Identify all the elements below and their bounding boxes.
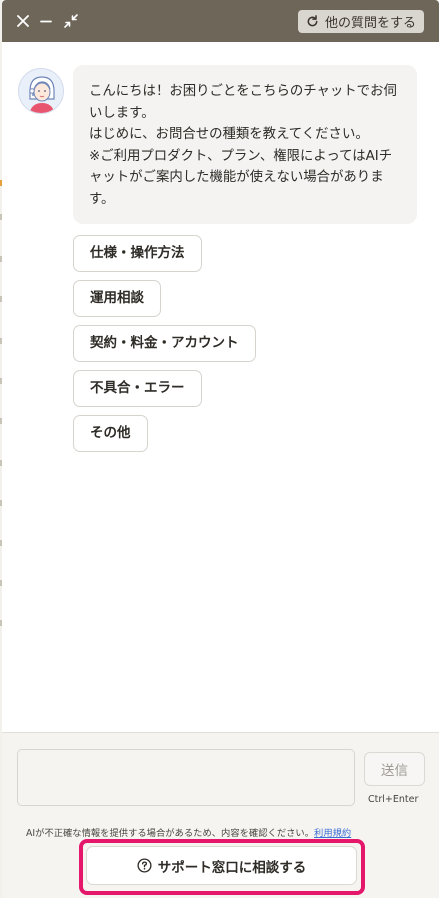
assistant-avatar: [18, 68, 64, 114]
message-line: こんにちは！お困りごとをこちらのチャットでお伺いします。: [89, 84, 397, 121]
option-list: 仕様・操作方法 運用相談 契約・料金・アカウント 不具合・エラー その他: [73, 235, 256, 460]
chat-header: 他の質問をする: [2, 0, 439, 42]
option-spec-usage[interactable]: 仕様・操作方法: [73, 235, 202, 272]
new-question-label: 他の質問をする: [324, 16, 416, 31]
send-shortcut-hint: Ctrl+Enter: [368, 794, 419, 805]
new-question-button[interactable]: 他の質問をする: [298, 10, 424, 33]
chat-area: こんにちは！お困りごとをこちらのチャットでお伺いします。 はじめに、お問合せの種…: [2, 42, 439, 732]
minimize-icon[interactable]: [35, 10, 57, 32]
option-operation-consult[interactable]: 運用相談: [73, 280, 161, 317]
close-icon[interactable]: [12, 10, 34, 32]
option-contract-billing-account[interactable]: 契約・料金・アカウント: [73, 325, 256, 362]
ai-disclaimer: AIが不正確な情報を提供する場合があるため、内容を確認ください。利用規約: [26, 825, 351, 839]
question-circle-icon: [137, 858, 152, 873]
disclaimer-text: AIが不正確な情報を提供する場合があるため、内容を確認ください。: [26, 828, 315, 839]
message-line: はじめに、お問合せの種類を教えてください。: [89, 127, 369, 142]
message-line: ※ご利用プロダクト、プラン、権限によってはAIチャットがご案内した機能が使えない…: [89, 148, 393, 207]
contact-support-button[interactable]: サポート窓口に相談する: [86, 846, 357, 885]
send-button[interactable]: 送信: [364, 752, 425, 786]
option-other[interactable]: その他: [73, 415, 148, 452]
message-input[interactable]: [17, 749, 355, 806]
support-button-label: サポート窓口に相談する: [157, 859, 307, 876]
refresh-icon: [306, 15, 319, 28]
assistant-message-bubble: こんにちは！お困りごとをこちらのチャットでお伺いします。 はじめに、お問合せの種…: [73, 65, 417, 224]
shrink-icon[interactable]: [60, 10, 82, 32]
terms-link[interactable]: 利用規約: [314, 828, 351, 839]
chat-footer: 送信 Ctrl+Enter AIが不正確な情報を提供する場合があるため、内容を確…: [2, 732, 439, 898]
option-bug-error[interactable]: 不具合・エラー: [73, 370, 202, 407]
